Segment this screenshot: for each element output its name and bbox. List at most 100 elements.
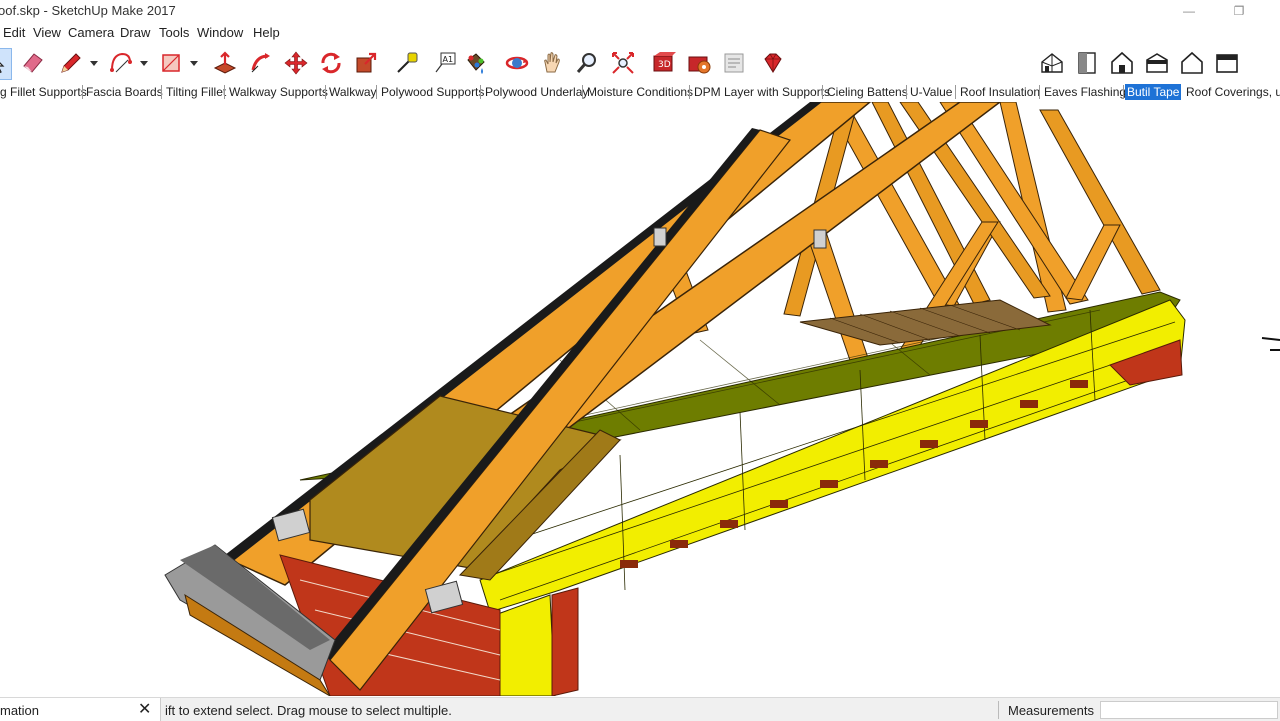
tab-divider: [955, 85, 956, 99]
shape-icon: [162, 54, 180, 72]
tab-dpm-layer[interactable]: DPM Layer with Supports: [692, 84, 832, 100]
ruby-console-button[interactable]: [758, 48, 788, 78]
zoom-tool-button[interactable]: [572, 48, 602, 78]
menu-camera[interactable]: Camera: [68, 25, 114, 40]
tab-moisture-conditions[interactable]: Moisture Conditions: [585, 84, 695, 100]
nail-plate: [813, 229, 827, 249]
pan-tool-button[interactable]: [537, 48, 567, 78]
paint-bucket-tool-button[interactable]: [460, 48, 490, 78]
ruby-icon: [764, 53, 782, 73]
arc-tool-button[interactable]: [106, 48, 136, 78]
orbit-icon: [505, 56, 529, 70]
tab-tilting-fillet[interactable]: Tilting Fillet: [164, 84, 228, 100]
3d-warehouse-button[interactable]: 3D: [648, 48, 678, 78]
iso-view-icon: [1041, 53, 1063, 73]
tab-polywood-supports[interactable]: Polywood Supports: [379, 84, 486, 100]
menu-edit[interactable]: Edit: [3, 25, 25, 40]
menu-bar: Edit View Camera Draw Tools Window Help: [0, 22, 1280, 44]
pencil-dropdown-icon[interactable]: [90, 59, 98, 67]
svg-text:3D: 3D: [658, 60, 671, 70]
push-pull-tool-button[interactable]: [210, 48, 240, 78]
menu-view[interactable]: View: [33, 25, 61, 40]
tab-butil-tape[interactable]: Butil Tape: [1125, 84, 1182, 100]
tab-eaves-flashing[interactable]: Eaves Flashing: [1042, 84, 1128, 100]
follow-me-tool-button[interactable]: [246, 48, 276, 78]
orbit-tool-button[interactable]: [502, 48, 532, 78]
back-view-button[interactable]: [1177, 48, 1207, 78]
tab-divider: [822, 85, 823, 99]
tab-walkway-supports[interactable]: Walkway Supports: [227, 84, 330, 100]
tape-measure-tool-button[interactable]: [392, 48, 422, 78]
tab-divider: [480, 85, 481, 99]
menu-draw[interactable]: Draw: [120, 25, 150, 40]
close-icon[interactable]: ✕: [138, 699, 154, 719]
tab-u-value[interactable]: U-Value: [908, 84, 954, 100]
tape-measure-icon: [397, 52, 418, 73]
left-view-button[interactable]: [1212, 48, 1242, 78]
zoom-icon: [576, 53, 596, 73]
tab-roof-coverings[interactable]: Roof Coverings, un: [1184, 84, 1280, 100]
axis-mark: [1261, 337, 1280, 351]
eraser-tool-button[interactable]: [18, 48, 48, 78]
window-title: oof.skp - SketchUp Make 2017: [0, 3, 176, 18]
left-view-icon: [1216, 54, 1238, 73]
paint-bucket-icon: [467, 53, 485, 74]
measurements-label: Measurements: [1008, 703, 1094, 718]
restore-button[interactable]: ❐: [1216, 0, 1262, 22]
3d-warehouse-icon: 3D: [653, 52, 676, 72]
push-pull-icon: [213, 51, 237, 74]
menu-tools[interactable]: Tools: [159, 25, 189, 40]
layout-button[interactable]: [719, 48, 749, 78]
zoom-extents-icon: [612, 52, 634, 74]
extension-warehouse-button[interactable]: [684, 48, 714, 78]
tab-cieling-battens[interactable]: Cieling Battens: [825, 84, 910, 100]
rotate-tool-button[interactable]: [316, 48, 346, 78]
arc-icon: [110, 52, 132, 73]
right-view-icon: [1146, 53, 1168, 73]
pencil-icon: [61, 53, 81, 73]
main-toolbar: A1 3D: [0, 44, 1280, 82]
shape-dropdown-icon[interactable]: [190, 59, 198, 67]
top-view-button[interactable]: [1072, 48, 1102, 78]
shape-tool-button[interactable]: [156, 48, 186, 78]
menu-window[interactable]: Window: [197, 25, 243, 40]
tab-divider: [1039, 85, 1040, 99]
extension-warehouse-icon: [688, 56, 711, 74]
tab-fillet-supports[interactable]: g Fillet Supports: [0, 84, 89, 100]
status-bar: mation ✕ ift to extend select. Drag mous…: [0, 697, 1280, 721]
instructor-panel-tab[interactable]: mation ✕: [0, 698, 161, 721]
right-view-button[interactable]: [1142, 48, 1172, 78]
tab-divider: [1123, 85, 1124, 99]
scale-tool-button[interactable]: [351, 48, 381, 78]
select-tool-button[interactable]: [0, 48, 12, 80]
move-tool-button[interactable]: [281, 48, 311, 78]
nail-plate: [653, 227, 667, 247]
pan-icon: [544, 52, 560, 73]
minimize-button[interactable]: —: [1166, 0, 1212, 22]
measurements-input[interactable]: [1100, 701, 1278, 719]
arc-dropdown-icon[interactable]: [140, 59, 148, 67]
insulation-post: [494, 594, 556, 696]
pencil-tool-button[interactable]: [56, 48, 86, 78]
move-icon: [284, 51, 308, 75]
tab-roof-insulation[interactable]: Roof Insulation: [958, 84, 1042, 100]
panel-title: mation: [0, 703, 40, 718]
tab-polywood-underlay[interactable]: Polywood Underlay: [483, 84, 590, 100]
iso-view-button[interactable]: [1037, 48, 1067, 78]
front-view-icon: [1111, 51, 1133, 74]
status-message: ift to extend select. Drag mouse to sele…: [165, 703, 452, 718]
title-bar: oof.skp - SketchUp Make 2017 — ❐: [0, 0, 1280, 22]
tab-divider: [376, 85, 377, 99]
text-tool-button[interactable]: A1: [430, 48, 460, 78]
tab-divider: [161, 85, 162, 99]
zoom-extents-tool-button[interactable]: [608, 48, 638, 78]
top-view-icon: [1078, 52, 1096, 74]
model-viewport[interactable]: [0, 102, 1280, 696]
roof-model-drawing: [164, 102, 1280, 696]
menu-help[interactable]: Help: [253, 25, 280, 40]
rotate-icon: [321, 52, 341, 74]
brick-pier: [551, 587, 579, 696]
front-view-button[interactable]: [1107, 48, 1137, 78]
tab-walkway[interactable]: Walkway: [327, 84, 379, 100]
tab-fascia-boards[interactable]: Fascia Boards: [84, 84, 165, 100]
